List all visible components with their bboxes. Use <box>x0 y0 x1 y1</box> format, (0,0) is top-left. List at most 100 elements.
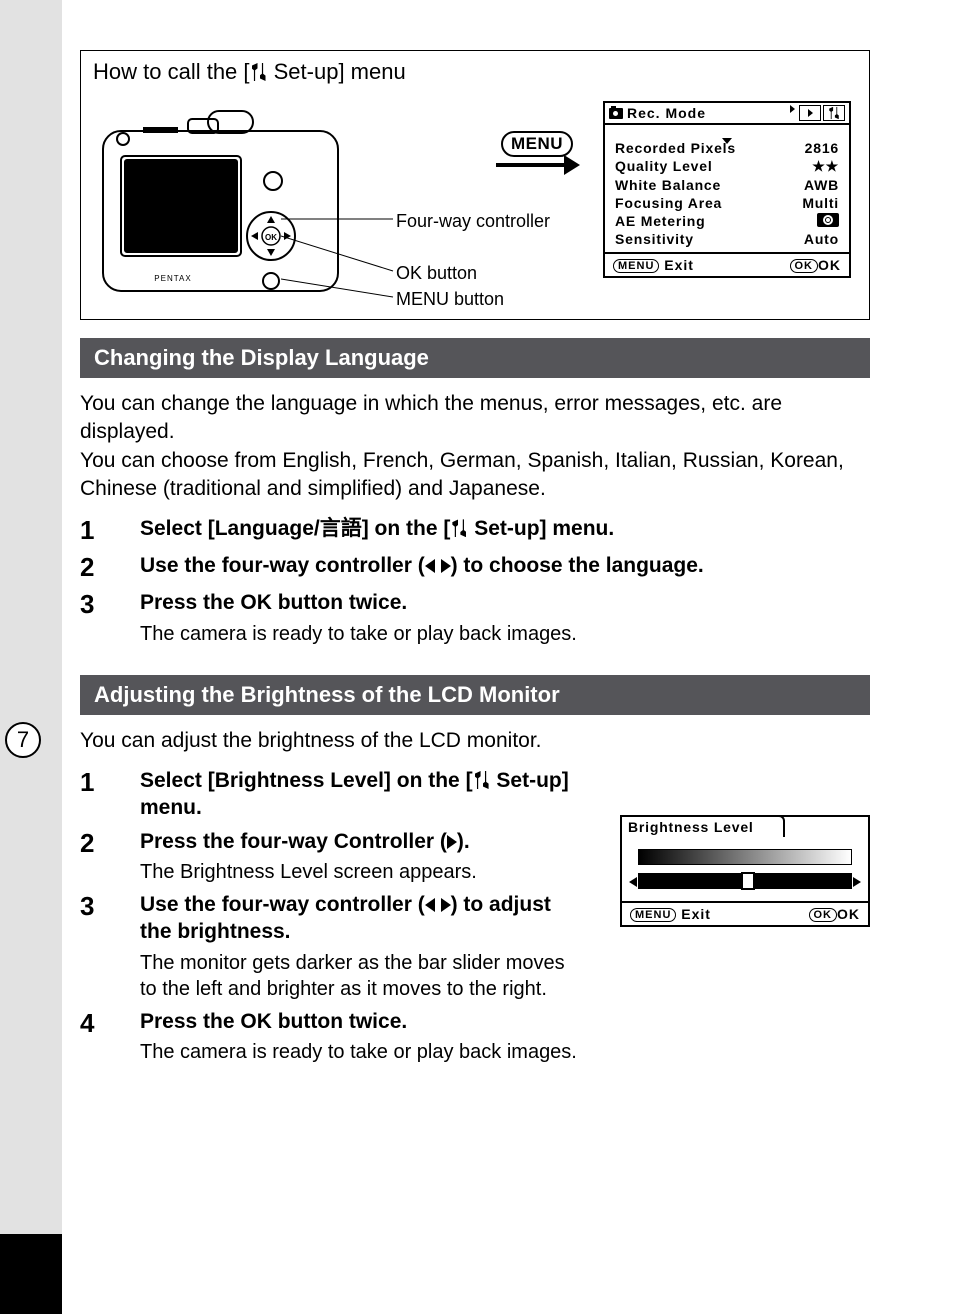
step-desc: The camera is ready to take or play back… <box>140 621 577 647</box>
slider-right-arrow-icon <box>853 877 861 887</box>
menu-icon-small: MENU <box>630 908 676 922</box>
play-icon <box>808 109 813 117</box>
step-number: 1 <box>80 515 140 546</box>
step-text: Press the four-way Controller (). The Br… <box>140 828 580 885</box>
lcd-label: White Balance <box>615 177 721 193</box>
lcd-value: ★★ <box>812 158 839 175</box>
callout-ok: OK button <box>396 263 477 284</box>
section2-heading: Adjusting the Brightness of the LCD Moni… <box>80 675 870 715</box>
ok-icon-small: OK <box>790 259 819 273</box>
menu-button-icon: MENU <box>501 131 573 157</box>
setup-icon <box>250 63 268 81</box>
section1-step3: 3 Press the OK button twice. The camera … <box>80 589 870 646</box>
callout-lines <box>281 101 411 311</box>
setup-icon <box>828 107 841 120</box>
step-text: Select [Brightness Level] on the [ Set-u… <box>140 767 580 822</box>
setup-icon <box>473 771 491 789</box>
footer-exit-text: Exit <box>681 906 711 922</box>
section2-step4: 4 Press the OK button twice. The camera … <box>80 1008 870 1065</box>
lcd-tabs <box>790 105 845 121</box>
lcd-value: AWB <box>804 177 839 193</box>
lcd-label: Focusing Area <box>615 195 722 211</box>
step-number: 2 <box>80 828 140 859</box>
step-number: 2 <box>80 552 140 583</box>
step-number: 3 <box>80 891 140 922</box>
jp-text: 言語 <box>320 517 362 540</box>
lcd-footer-exit: MENU Exit <box>613 257 694 273</box>
section2-step1: 1 Select [Brightness Level] on the [ Set… <box>80 767 870 822</box>
lcd-row: Quality Level ★★ <box>615 157 839 176</box>
howto-diagram-box: How to call the [ Set-up] menu OK <box>80 50 870 320</box>
section1-heading: Changing the Display Language <box>80 338 870 378</box>
footer-ok-text: OK <box>818 257 841 273</box>
lcd-label: AE Metering <box>615 213 705 229</box>
lcd-row: AE Metering <box>615 212 839 230</box>
lcd-value: 2816 <box>805 140 839 156</box>
step-text: Select [Language/言語] on the [ Set-up] me… <box>140 515 614 542</box>
svg-text:PENTAX: PENTAX <box>154 274 191 283</box>
arrow-right-icon <box>441 898 451 912</box>
step-number: 4 <box>80 1008 140 1039</box>
footer-exit-text: Exit <box>664 257 694 273</box>
tab-nav-arrow-icon <box>790 105 795 113</box>
menu-icon-small: MENU <box>613 259 659 273</box>
brightness-footer-exit: MENU Exit <box>630 906 711 922</box>
lcd-value: Multi <box>802 195 839 211</box>
lcd-row: Focusing Area Multi <box>615 194 839 212</box>
menu-button-graphic: MENU <box>501 131 573 157</box>
diagram-title-suffix: Set-up] menu <box>268 59 406 84</box>
callout-menu: MENU button <box>396 289 504 310</box>
step-desc: The monitor gets darker as the bar slide… <box>140 950 580 1002</box>
step-desc: The Brightness Level screen appears. <box>140 859 580 885</box>
step-text: Press the OK button twice. The camera is… <box>140 589 577 646</box>
diagram-title: How to call the [ Set-up] menu <box>93 59 857 85</box>
diagram-title-prefix: How to call the [ <box>93 59 250 84</box>
brightness-slider-bar <box>638 873 852 889</box>
lcd-row: Recorded Pixels 2816 <box>615 139 839 157</box>
lcd-header: Rec. Mode <box>605 103 849 125</box>
lcd-value: Auto <box>804 231 839 247</box>
arrow-left-icon <box>425 898 435 912</box>
lcd-tab-playback <box>799 105 821 121</box>
arrow-right <box>496 163 566 167</box>
footer-ok-text: OK <box>837 906 860 922</box>
step-text: Press the OK button twice. The camera is… <box>140 1008 577 1065</box>
setup-icon <box>450 519 468 537</box>
lcd-label: Recorded Pixels <box>615 140 736 156</box>
ok-icon-small: OK <box>809 908 838 922</box>
lcd-row: Sensitivity Auto <box>615 230 839 248</box>
lcd-rec-mode-menu: Rec. Mode Recorded Pixels 2816 Quality Le… <box>603 101 851 278</box>
brightness-level-lcd: Brightness Level MENU Exit OKOK <box>620 815 870 927</box>
section1-step2: 2 Use the four-way controller ( ) to cho… <box>80 552 870 583</box>
step-number: 1 <box>80 767 140 798</box>
brightness-lcd-title: Brightness Level <box>620 815 785 837</box>
side-gray-strip <box>0 0 62 1234</box>
section1-body: You can change the language in which the… <box>80 390 870 503</box>
brightness-gradient-bar <box>638 849 852 865</box>
arrow-right-icon <box>441 559 451 573</box>
svg-text:OK: OK <box>265 233 277 242</box>
slider-left-arrow-icon <box>629 877 637 887</box>
side-black-box <box>0 1234 62 1314</box>
arrow-left-icon <box>425 559 435 573</box>
brightness-footer-ok: OKOK <box>809 906 861 922</box>
lcd-header-text: Rec. Mode <box>627 105 706 121</box>
step-text: Use the four-way controller ( ) to choos… <box>140 552 704 579</box>
section2-intro: You can adjust the brightness of the LCD… <box>80 727 870 755</box>
brightness-lcd-footer: MENU Exit OKOK <box>622 901 868 925</box>
metering-icon <box>817 213 839 227</box>
callout-fourway: Four-way controller <box>396 211 550 232</box>
camera-icon <box>609 108 623 119</box>
step-text: Use the four-way controller ( ) to adjus… <box>140 891 580 1002</box>
arrow-right-icon <box>447 835 457 849</box>
lcd-tab-setup <box>823 105 845 121</box>
lcd-footer: MENU Exit OKOK <box>605 252 849 276</box>
lcd-label: Sensitivity <box>615 231 694 247</box>
slider-thumb <box>741 872 755 890</box>
lcd-row: White Balance AWB <box>615 176 839 194</box>
step-number: 3 <box>80 589 140 620</box>
section1-step1: 1 Select [Language/言語] on the [ Set-up] … <box>80 515 870 546</box>
lcd-footer-ok: OKOK <box>790 257 842 273</box>
lcd-label: Quality Level <box>615 158 713 175</box>
section-number-badge: 7 <box>5 722 41 758</box>
